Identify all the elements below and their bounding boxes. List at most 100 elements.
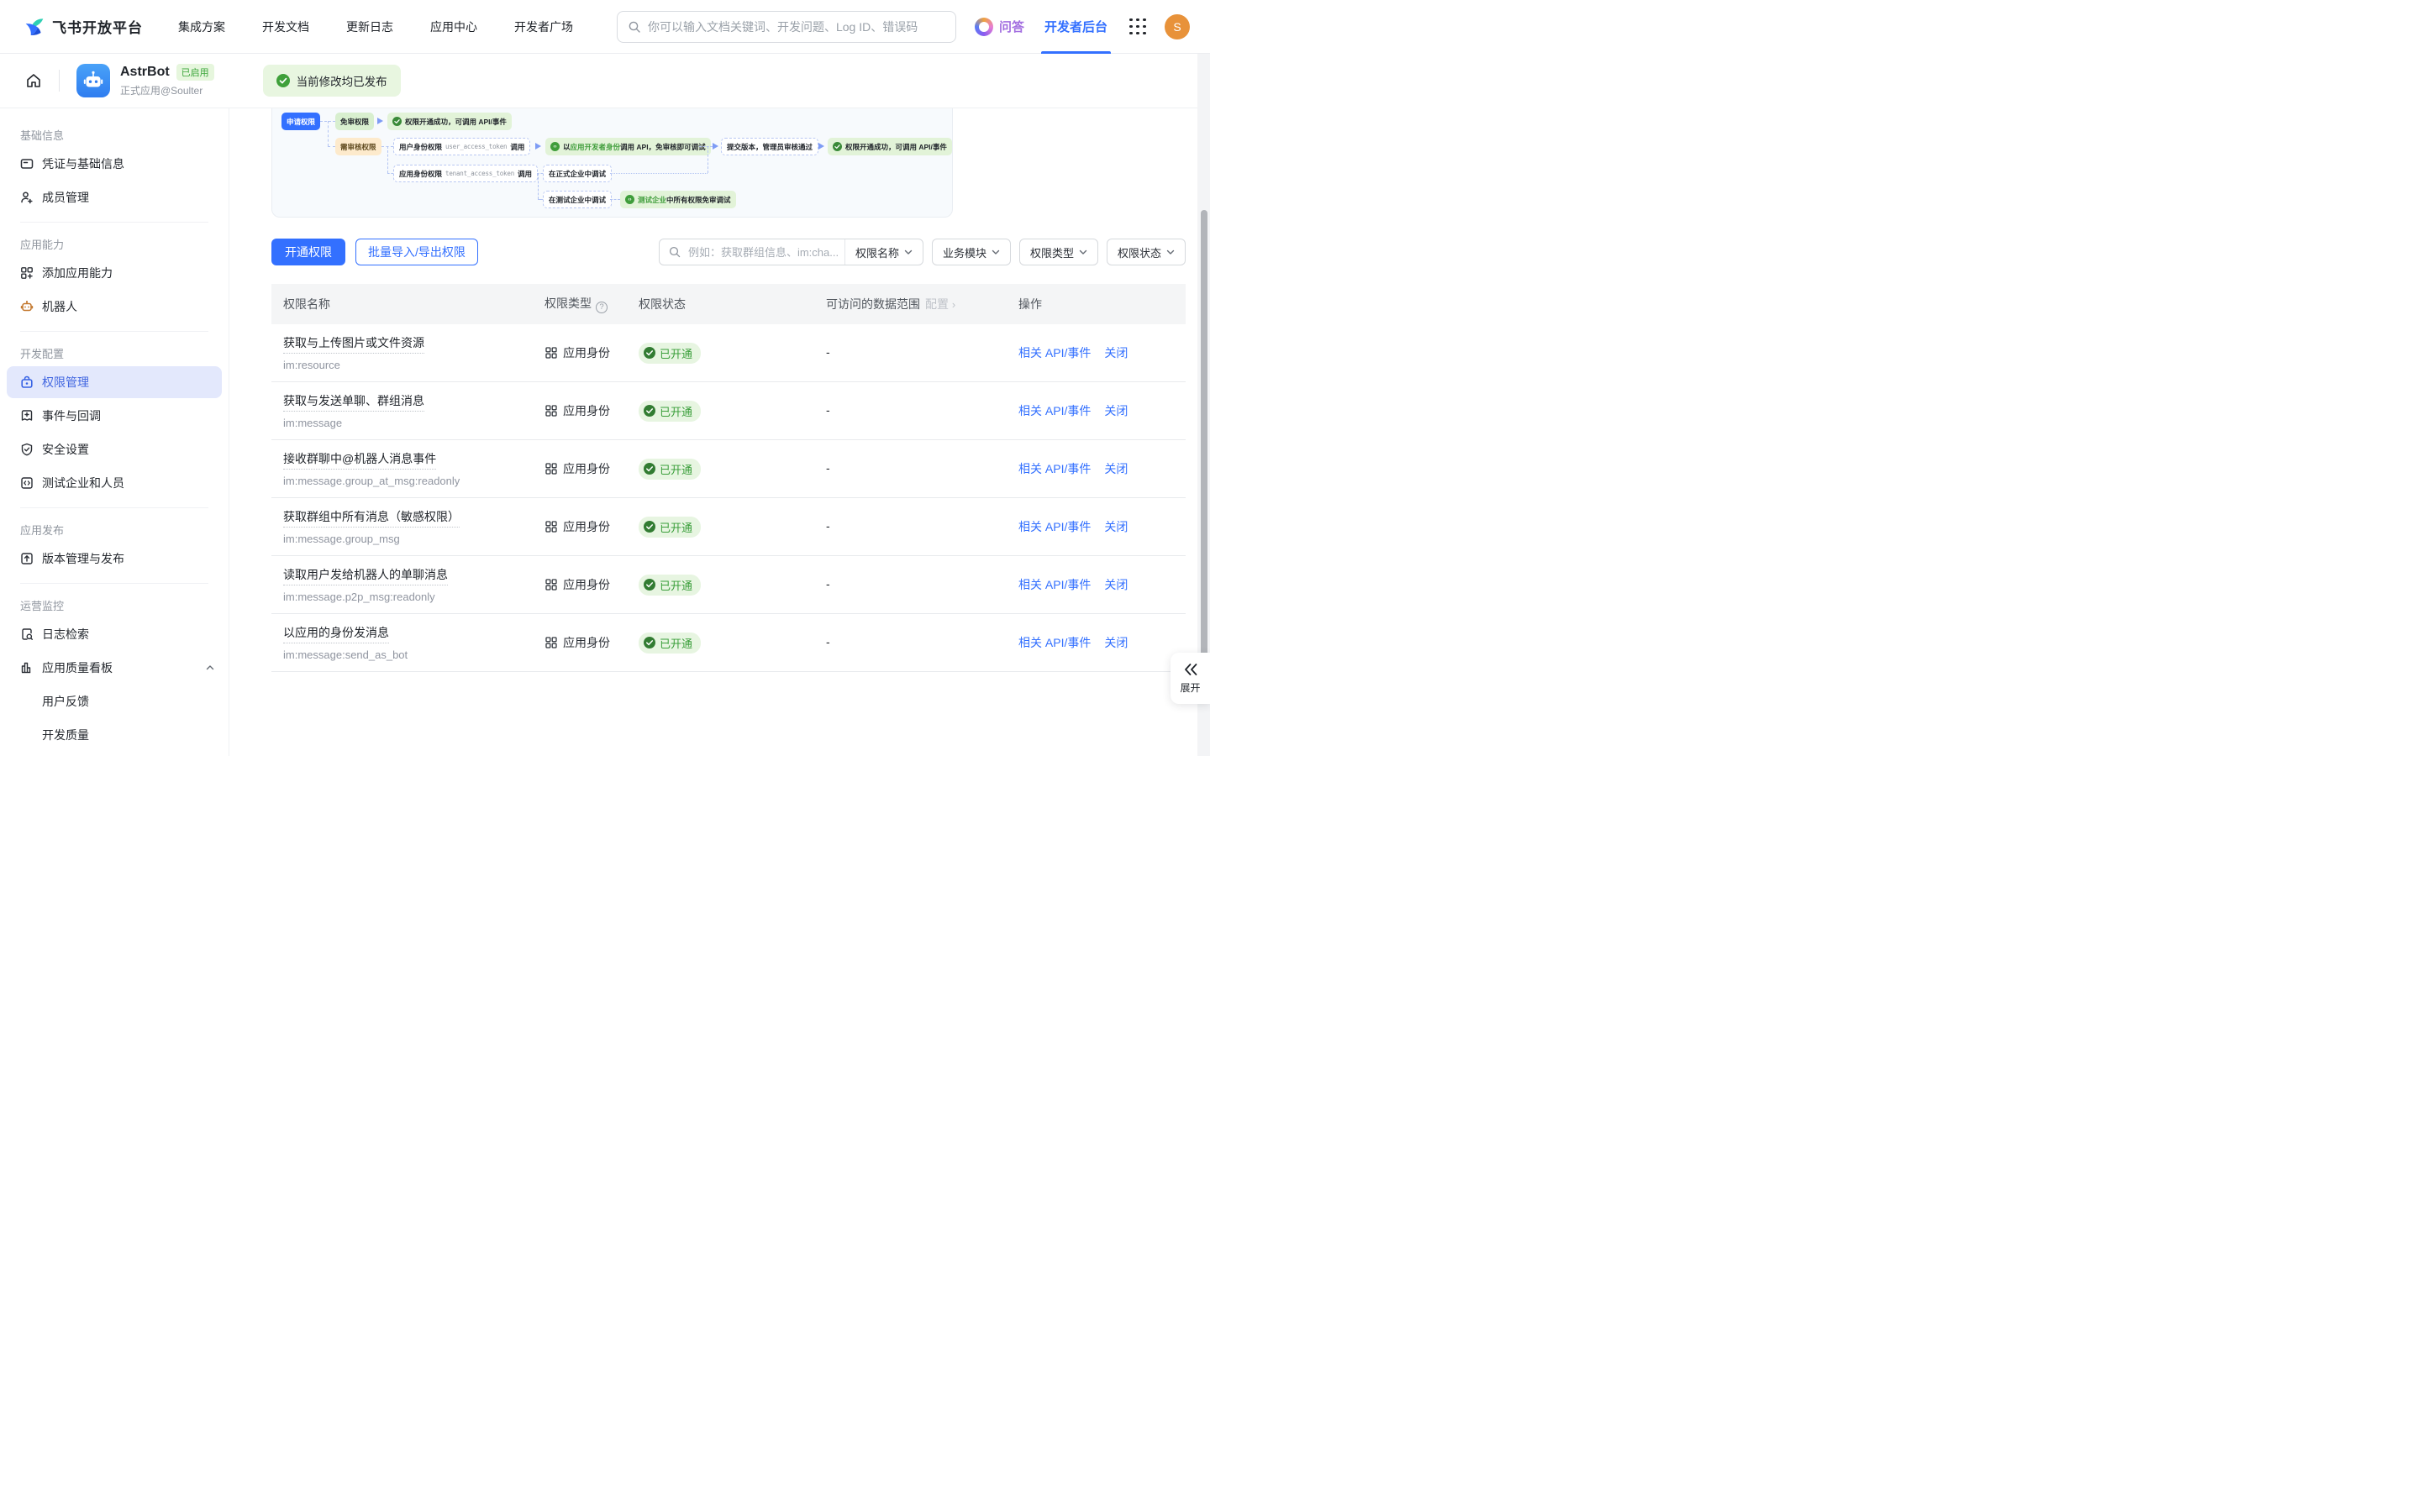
permission-code: im:resource — [283, 359, 544, 371]
close-permission-link[interactable]: 关闭 — [1104, 344, 1128, 361]
sidebar-item-permissions[interactable]: 权限管理 — [7, 366, 222, 398]
expand-panel-button[interactable]: 展开 — [1171, 653, 1210, 704]
nav-item-docs[interactable]: 开发文档 — [262, 18, 309, 35]
enabled-badge: 已启用 — [176, 64, 214, 81]
app-subtitle: 正式应用@Soulter — [120, 83, 214, 97]
global-search-box[interactable] — [617, 11, 956, 43]
api-icon: ‹› — [550, 142, 560, 151]
nav-item-dev-plaza[interactable]: 开发者广场 — [514, 18, 573, 35]
permission-type: 应用身份 — [544, 576, 639, 593]
related-api-link[interactable]: 相关 API/事件 — [1018, 460, 1091, 477]
arrow-icon — [535, 143, 541, 150]
table-row: 以应用的身份发消息im:message:send_as_bot 应用身份 已开通… — [271, 614, 1186, 672]
sidebar-item-dev-quality[interactable]: 开发质量 — [7, 719, 222, 751]
scrollbar-thumb[interactable] — [1201, 210, 1207, 690]
nav-item-integrations[interactable]: 集成方案 — [178, 18, 225, 35]
close-permission-link[interactable]: 关闭 — [1104, 402, 1128, 419]
sidebar-item-test-company[interactable]: 测试企业和人员 — [7, 467, 222, 499]
status-badge: 已开通 — [639, 459, 701, 480]
sidebar-item-release[interactable]: 版本管理与发布 — [7, 543, 222, 575]
filter-business-module[interactable]: 业务模块 — [932, 239, 1011, 265]
top-nav: 飞书开放平台 集成方案 开发文档 更新日志 应用中心 开发者广场 问答 开发者后… — [0, 0, 1210, 54]
check-circle-icon — [644, 405, 655, 417]
user-avatar[interactable]: S — [1165, 14, 1190, 39]
nav-item-changelog[interactable]: 更新日志 — [346, 18, 393, 35]
related-api-link[interactable]: 相关 API/事件 — [1018, 402, 1091, 419]
robot-app-icon — [82, 70, 104, 92]
search-icon — [668, 245, 681, 259]
global-search-input[interactable] — [648, 20, 945, 34]
api-icon: ‹› — [625, 195, 634, 204]
chevron-down-icon — [1166, 249, 1175, 255]
chevron-up-icon[interactable] — [205, 663, 215, 673]
permissions-table: 权限名称 权限类型? 权限状态 可访问的数据范围配置 › 操作 获取与上传图片或… — [271, 284, 1186, 672]
sidebar-item-logs[interactable]: 日志检索 — [7, 618, 222, 650]
data-scope: - — [826, 461, 830, 475]
app-header: AstrBot 已启用 正式应用@Soulter 当前修改均已发布 — [0, 54, 1210, 108]
qa-label: 问答 — [999, 18, 1024, 35]
sidebar-item-quality-board[interactable]: 应用质量看板 — [7, 652, 222, 684]
batch-import-export-button[interactable]: 批量导入/导出权限 — [355, 239, 478, 265]
sidebar-item-members[interactable]: 成员管理 — [7, 181, 222, 213]
permission-name: 获取与发送单聊、群组消息 — [283, 392, 424, 412]
bot-icon — [20, 300, 34, 313]
divider — [20, 222, 208, 223]
qa-link[interactable]: 问答 — [975, 18, 1024, 36]
member-add-icon — [20, 191, 34, 204]
sidebar-item-events[interactable]: 事件与回调 — [7, 400, 222, 432]
chevron-down-icon — [992, 249, 1000, 255]
nav-item-app-center[interactable]: 应用中心 — [430, 18, 477, 35]
brand-logo[interactable]: 飞书开放平台 — [24, 16, 143, 38]
related-api-link[interactable]: 相关 API/事件 — [1018, 576, 1091, 593]
app-identity-icon — [544, 578, 558, 591]
app-identity-icon — [544, 636, 558, 649]
related-api-link[interactable]: 相关 API/事件 — [1018, 344, 1091, 361]
close-permission-link[interactable]: 关闭 — [1104, 460, 1128, 477]
home-icon[interactable] — [25, 72, 42, 89]
permission-code: im:message — [283, 417, 544, 429]
release-icon — [20, 552, 34, 565]
scope-config-link[interactable]: 配置 › — [925, 297, 955, 311]
sidebar-item-add-capability[interactable]: 添加应用能力 — [7, 257, 222, 289]
chart-icon — [20, 661, 34, 675]
header-permission-type: 权限类型? — [544, 295, 639, 313]
check-circle-icon — [833, 142, 842, 151]
status-badge: 已开通 — [639, 401, 701, 422]
app-launcher-icon[interactable] — [1129, 18, 1146, 35]
app-name: AstrBot — [120, 65, 170, 80]
permission-type: 应用身份 — [544, 634, 639, 651]
permission-name: 以应用的身份发消息 — [283, 624, 389, 643]
feishu-logo-icon — [24, 16, 45, 38]
help-icon[interactable]: ? — [596, 302, 608, 313]
permission-name: 获取与上传图片或文件资源 — [283, 334, 424, 354]
sidebar-item-credentials[interactable]: 凭证与基础信息 — [7, 148, 222, 180]
header-permission-status: 权限状态 — [639, 296, 826, 312]
table-header: 权限名称 权限类型? 权限状态 可访问的数据范围配置 › 操作 — [271, 284, 1186, 324]
flow-no-review-tag: 免审权限 — [335, 113, 374, 130]
data-scope: - — [826, 519, 830, 533]
header-permission-name: 权限名称 — [271, 296, 544, 312]
filter-permission-name[interactable]: 权限名称 — [845, 244, 923, 260]
check-circle-icon — [644, 579, 655, 591]
chevron-down-icon — [904, 249, 913, 255]
related-api-link[interactable]: 相关 API/事件 — [1018, 634, 1091, 651]
data-scope: - — [826, 635, 830, 648]
sidebar-item-user-feedback[interactable]: 用户反馈 — [7, 685, 222, 717]
sidebar-item-bot[interactable]: 机器人 — [7, 291, 222, 323]
permission-name: 接收群聊中@机器人消息事件 — [283, 450, 436, 470]
log-search-icon — [20, 627, 34, 641]
close-permission-link[interactable]: 关闭 — [1104, 576, 1128, 593]
related-api-link[interactable]: 相关 API/事件 — [1018, 518, 1091, 535]
permission-search-combo: 权限名称 — [659, 239, 923, 265]
table-row: 获取群组中所有消息（敏感权限）im:message.group_msg 应用身份… — [271, 498, 1186, 556]
add-capability-icon — [20, 266, 34, 280]
divider — [59, 70, 60, 92]
close-permission-link[interactable]: 关闭 — [1104, 634, 1128, 651]
permission-search-input[interactable] — [688, 246, 839, 259]
filter-permission-status[interactable]: 权限状态 — [1107, 239, 1186, 265]
close-permission-link[interactable]: 关闭 — [1104, 518, 1128, 535]
sidebar-item-security[interactable]: 安全设置 — [7, 433, 222, 465]
filter-permission-type[interactable]: 权限类型 — [1019, 239, 1098, 265]
open-permission-button[interactable]: 开通权限 — [271, 239, 345, 265]
developer-console-tab[interactable]: 开发者后台 — [1044, 0, 1107, 54]
